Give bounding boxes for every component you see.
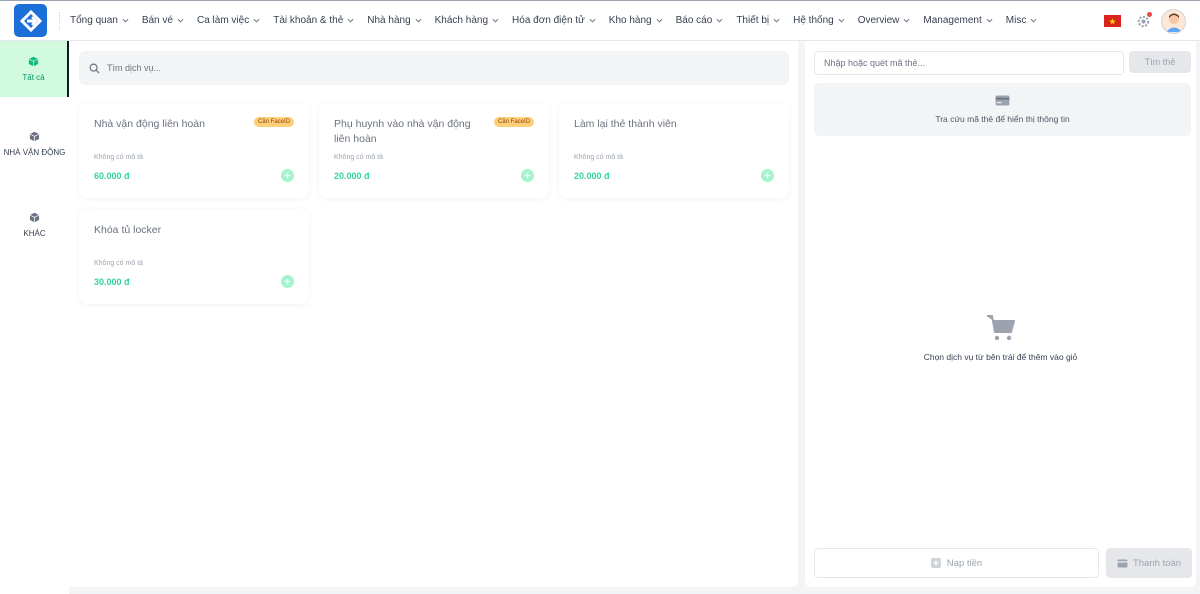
card-code-input[interactable] xyxy=(814,51,1124,75)
nav-item-hoa-don-dien-tu[interactable]: Hóa đơn điện tử xyxy=(512,15,596,26)
chevron-down-icon xyxy=(589,17,596,24)
chevron-down-icon xyxy=(773,17,780,24)
cart-panel: Tìm thẻ Tra cứu mã thẻ để hiển thị thông… xyxy=(805,41,1196,587)
cube-icon xyxy=(29,212,40,223)
nav-item-tong-quan[interactable]: Tổng quan xyxy=(70,15,129,26)
chevron-down-icon xyxy=(838,17,845,24)
topup-button[interactable]: Nạp tiền xyxy=(814,548,1099,578)
gear-icon[interactable] xyxy=(1133,11,1153,31)
nav-item-kho-hang[interactable]: Kho hàng xyxy=(609,15,663,26)
logo-icon[interactable] xyxy=(14,4,47,37)
nav-item-tai-khoan-the[interactable]: Tài khoản & thẻ xyxy=(273,15,354,26)
service-list-area: Nhà vận động liên hoàn Cần FaceID Không … xyxy=(69,41,798,587)
service-card[interactable]: Khóa tủ locker Không có mô tả 30.000 đ xyxy=(79,209,309,304)
wallet-icon xyxy=(1117,558,1128,568)
service-card[interactable]: Nhà vận động liên hoàn Cần FaceID Không … xyxy=(79,103,309,198)
nav-item-thiet-bi[interactable]: Thiết bị xyxy=(736,15,780,26)
nav-item-he-thong[interactable]: Hệ thống xyxy=(793,15,845,26)
service-description: Không có mô tả xyxy=(574,154,624,161)
nav-item-overview[interactable]: Overview xyxy=(858,15,911,26)
card-lookup-box: Tra cứu mã thẻ để hiển thị thông tin xyxy=(814,83,1191,136)
nav-item-management[interactable]: Management xyxy=(923,15,993,26)
nav-item-ban-ve[interactable]: Bán vé xyxy=(142,15,184,26)
logo-separator xyxy=(59,11,60,30)
faceid-badge: Cần FaceID xyxy=(493,117,534,127)
nav-item-misc[interactable]: Misc xyxy=(1006,15,1038,26)
plus-circle-icon[interactable] xyxy=(281,169,294,182)
search-icon xyxy=(89,63,100,74)
plus-circle-icon[interactable] xyxy=(761,169,774,182)
service-title: Khóa tủ locker xyxy=(94,224,162,236)
plus-circle-icon[interactable] xyxy=(281,275,294,288)
cube-icon xyxy=(29,131,40,142)
service-search-input[interactable] xyxy=(107,63,707,73)
service-title: Phụ huynh vào nhà vận động liên hoàn xyxy=(334,118,471,145)
vietnam-flag-icon[interactable] xyxy=(1104,15,1121,27)
nav-item-khach-hang[interactable]: Khách hàng xyxy=(435,15,499,26)
plus-icon xyxy=(930,558,941,568)
category-sidebar: Tất cả NHÀ VẬN ĐỘNG KHÁC xyxy=(0,41,69,594)
service-title: Làm lại thẻ thành viên xyxy=(574,118,677,130)
service-description: Không có mô tả xyxy=(94,260,144,267)
pay-button[interactable]: Thanh toán xyxy=(1106,548,1192,578)
service-description: Không có mô tả xyxy=(94,154,144,161)
avatar-icon[interactable] xyxy=(1161,8,1186,34)
nav-item-bao-cao[interactable]: Báo cáo xyxy=(676,15,724,26)
service-price: 30.000 đ xyxy=(94,277,130,287)
top-navbar: Tổng quan Bán vé Ca làm việc Tài khoản &… xyxy=(0,0,1200,41)
category-tat-ca[interactable]: Tất cả xyxy=(0,41,69,97)
chevron-down-icon xyxy=(415,17,422,24)
service-description: Không có mô tả xyxy=(334,154,384,161)
empty-cart: Chọn dịch vụ từ bên trái để thêm vào giỏ xyxy=(805,314,1196,362)
notification-dot xyxy=(1147,12,1152,17)
service-price: 20.000 đ xyxy=(334,171,370,181)
chevron-down-icon xyxy=(122,17,129,24)
faceid-badge: Cần FaceID xyxy=(253,117,294,127)
category-khac[interactable]: KHÁC xyxy=(0,197,69,253)
nav-item-nha-hang[interactable]: Nhà hàng xyxy=(367,15,422,26)
nav-item-ca-lam-viec[interactable]: Ca làm việc xyxy=(197,15,260,26)
chevron-down-icon xyxy=(1030,17,1037,24)
chevron-down-icon xyxy=(177,17,184,24)
service-price: 20.000 đ xyxy=(574,171,610,181)
service-price: 60.000 đ xyxy=(94,171,130,181)
chevron-down-icon xyxy=(986,17,993,24)
cube-icon xyxy=(28,56,39,67)
service-card[interactable]: Làm lại thẻ thành viên Không có mô tả 20… xyxy=(559,103,789,198)
chevron-down-icon xyxy=(903,17,910,24)
chevron-down-icon xyxy=(347,17,354,24)
chevron-down-icon xyxy=(253,17,260,24)
empty-cart-message: Chọn dịch vụ từ bên trái để thêm vào giỏ xyxy=(923,352,1078,362)
category-nha-van-dong[interactable]: NHÀ VẬN ĐỘNG xyxy=(0,116,69,172)
chevron-down-icon xyxy=(656,17,663,24)
credit-card-icon xyxy=(995,95,1010,106)
service-search-box xyxy=(79,51,789,85)
service-card[interactable]: Phụ huynh vào nhà vận động liên hoàn Cần… xyxy=(319,103,549,198)
shopping-cart-icon xyxy=(986,315,1015,341)
top-right-actions xyxy=(1104,1,1186,41)
chevron-down-icon xyxy=(716,17,723,24)
plus-circle-icon[interactable] xyxy=(521,169,534,182)
main-nav: Tổng quan Bán vé Ca làm việc Tài khoản &… xyxy=(70,1,1050,40)
find-card-button[interactable]: Tìm thẻ xyxy=(1129,51,1191,73)
chevron-down-icon xyxy=(492,17,499,24)
lookup-message: Tra cứu mã thẻ để hiển thị thông tin xyxy=(935,114,1070,124)
service-title: Nhà vận động liên hoàn xyxy=(94,118,205,130)
